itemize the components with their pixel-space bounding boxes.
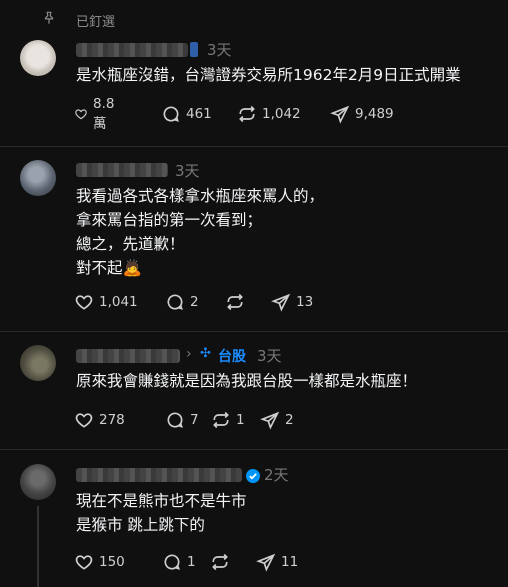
thread-post[interactable]: 3天 是水瓶座沒錯，台灣證券交易所1962年2月9日正式開業 8.8 萬 461… xyxy=(0,36,508,146)
comment-count: 2 xyxy=(190,294,199,310)
repost-icon xyxy=(213,411,229,429)
repost-button[interactable] xyxy=(210,551,235,573)
like-count: 8.8 萬 xyxy=(93,96,115,132)
like-count: 278 xyxy=(99,412,125,428)
avatar[interactable] xyxy=(20,464,56,500)
post-text: 原來我會賺錢就是因為我跟台股一樣都是水瓶座！ xyxy=(76,369,417,393)
username[interactable] xyxy=(76,163,168,177)
comment-icon xyxy=(167,412,183,428)
share-icon xyxy=(260,411,280,430)
post-text-line: 原來我會賺錢就是因為我跟台股一樣都是水瓶座！ xyxy=(76,372,418,390)
heart-icon xyxy=(75,295,93,310)
thread-post[interactable]: › ✣ 台股 3天 原來我會賺錢就是因為我跟台股一樣都是水瓶座！ 278 7 1… xyxy=(0,332,508,449)
post-time: 3天 xyxy=(175,162,200,180)
share-button[interactable]: 2 xyxy=(260,409,294,431)
post-text-line: 總之，先道歉！ xyxy=(76,235,185,253)
share-icon xyxy=(271,293,291,312)
post-text: 我看過各式各樣拿水瓶座來罵人的， 拿來罵台指的第一次看到； 總之，先道歉！ 對不… xyxy=(76,184,324,280)
post-text-line: 我看過各式各樣拿水瓶座來罵人的， xyxy=(76,187,325,205)
repost-count: 1,042 xyxy=(262,106,301,122)
post-text: 現在不是熊市也不是牛市 是猴市 跳上跳下的 xyxy=(76,489,247,537)
share-icon xyxy=(330,105,350,124)
verified-icon xyxy=(246,469,260,483)
username[interactable] xyxy=(76,349,180,363)
share-button[interactable]: 13 xyxy=(271,291,313,313)
avatar[interactable] xyxy=(20,40,56,76)
repost-count: 1 xyxy=(236,412,245,428)
comment-icon xyxy=(163,106,179,122)
like-count: 150 xyxy=(99,554,125,570)
share-button[interactable]: 9,489 xyxy=(330,103,394,125)
pinned-header: 已釘選 xyxy=(0,0,508,36)
repost-icon xyxy=(212,553,228,571)
post-time: 2天 xyxy=(264,466,289,484)
post-text-line: 是猴市 跳上跳下的 xyxy=(76,516,205,534)
repost-icon xyxy=(227,293,243,311)
username[interactable] xyxy=(76,43,188,57)
like-count: 1,041 xyxy=(99,294,138,310)
post-text-line: 對不起🙇 xyxy=(76,259,142,277)
avatar[interactable] xyxy=(20,160,56,196)
avatar[interactable] xyxy=(20,345,56,381)
comment-count: 1 xyxy=(187,554,196,570)
thread-post[interactable]: 3天 我看過各式各樣拿水瓶座來罵人的， 拿來罵台指的第一次看到； 總之，先道歉！… xyxy=(0,147,508,331)
comment-icon xyxy=(167,294,183,310)
thread-line xyxy=(37,506,39,587)
post-text: 是水瓶座沒錯，台灣證券交易所1962年2月9日正式開業 xyxy=(76,63,461,87)
share-count: 11 xyxy=(281,554,299,570)
like-button[interactable]: 8.8 萬 xyxy=(74,96,120,132)
heart-icon xyxy=(75,555,93,570)
repost-button[interactable] xyxy=(225,291,250,313)
comment-button[interactable]: 1 xyxy=(162,551,196,573)
badge xyxy=(190,42,198,57)
pin-icon xyxy=(44,11,54,24)
thread-post[interactable]: 2天 現在不是熊市也不是牛市 是猴市 跳上跳下的 150 1 11 xyxy=(0,450,508,587)
comment-button[interactable]: 2 xyxy=(165,291,199,313)
repost-button[interactable]: 1,042 xyxy=(237,103,301,125)
like-button[interactable]: 150 xyxy=(74,551,125,573)
post-time: 3天 xyxy=(207,41,232,59)
post-text-line: 拿來罵台指的第一次看到； xyxy=(76,211,263,229)
post-text-line: 是水瓶座沒錯，台灣證券交易所1962年2月9日正式開業 xyxy=(76,66,461,84)
post-time: 3天 xyxy=(257,347,282,365)
heart-icon xyxy=(75,413,93,428)
comment-count: 7 xyxy=(190,412,199,428)
comment-button[interactable]: 7 xyxy=(165,409,199,431)
comment-button[interactable]: 461 xyxy=(161,103,212,125)
repost-button[interactable]: 1 xyxy=(211,409,245,431)
topic-tag[interactable]: 台股 xyxy=(218,346,246,366)
share-count: 9,489 xyxy=(355,106,394,122)
post-text-line: 現在不是熊市也不是牛市 xyxy=(76,492,247,510)
comment-icon xyxy=(164,554,180,570)
comment-count: 461 xyxy=(186,106,212,122)
topic-icon: ✣ xyxy=(200,346,211,361)
chevron-right-icon: › xyxy=(186,346,192,362)
heart-icon xyxy=(75,109,87,120)
username[interactable] xyxy=(76,468,242,482)
pinned-label: 已釘選 xyxy=(76,15,116,30)
share-count: 13 xyxy=(296,294,314,310)
share-icon xyxy=(256,553,276,572)
like-button[interactable]: 1,041 xyxy=(74,291,138,313)
share-count: 2 xyxy=(285,412,294,428)
like-button[interactable]: 278 xyxy=(74,409,125,431)
repost-icon xyxy=(239,105,255,123)
share-button[interactable]: 11 xyxy=(256,551,298,573)
